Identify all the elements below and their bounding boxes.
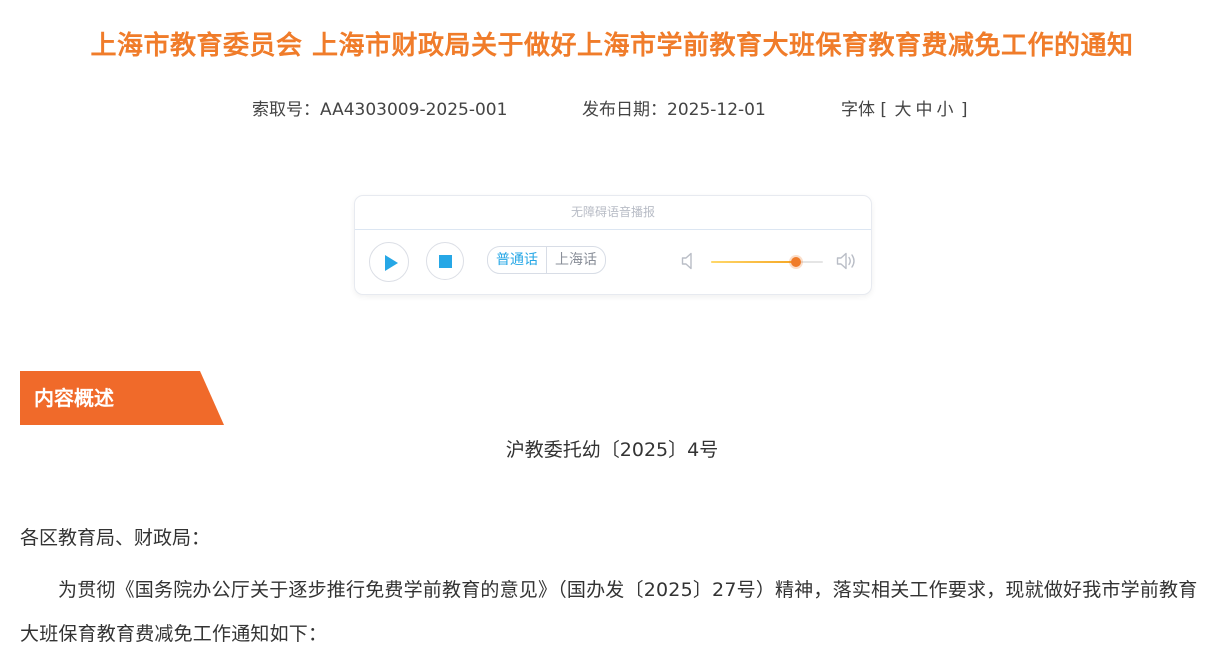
date-value: 2025-12-01	[667, 100, 766, 120]
font-size-label: 字体 [	[841, 100, 888, 120]
stop-button[interactable]	[426, 242, 464, 280]
index-number: 索取号：AA4303009-2025-001	[252, 98, 507, 122]
player-caption: 无障碍语音播报	[355, 196, 871, 230]
font-size-small[interactable]: 小	[936, 100, 953, 120]
addressee: 各区教育局、财政局：	[20, 527, 211, 549]
speaker-low-icon[interactable]	[681, 251, 695, 271]
dialect-shanghainese[interactable]: 上海话	[547, 247, 605, 273]
font-size-switch: 字体 [ 大中小 ]	[841, 98, 968, 122]
play-button[interactable]	[369, 242, 409, 282]
dialect-switch: 普通话 上海话	[487, 246, 606, 274]
publish-date: 发布日期：2025-12-01	[582, 98, 766, 122]
play-icon	[385, 255, 398, 271]
index-label: 索取号：	[252, 100, 320, 120]
date-label: 发布日期：	[582, 100, 667, 120]
index-value: AA4303009-2025-001	[320, 100, 508, 120]
section-heading: 内容概述	[20, 371, 224, 425]
audio-player: 无障碍语音播报 普通话 上海话	[354, 195, 872, 295]
font-size-medium[interactable]: 中	[915, 100, 932, 120]
speaker-high-icon[interactable]	[836, 251, 860, 271]
body-paragraph: 为贯彻《国务院办公厅关于逐步推行免费学前教育的意见》（国办发〔2025〕27号）…	[20, 579, 1198, 645]
stop-icon	[439, 255, 452, 268]
article-meta: 索取号：AA4303009-2025-001 发布日期：2025-12-01 字…	[0, 98, 1224, 122]
font-size-large[interactable]: 大	[894, 100, 911, 120]
page-title: 上海市教育委员会 上海市财政局关于做好上海市学前教育大班保育教育费减免工作的通知	[90, 31, 1134, 61]
dialect-mandarin[interactable]: 普通话	[488, 247, 547, 273]
volume-knob[interactable]	[791, 257, 802, 267]
font-size-close: ]	[960, 100, 968, 120]
volume-fill	[711, 261, 797, 263]
document-number: 沪教委托幼〔2025〕4号	[505, 439, 719, 461]
volume-slider[interactable]	[711, 257, 823, 267]
